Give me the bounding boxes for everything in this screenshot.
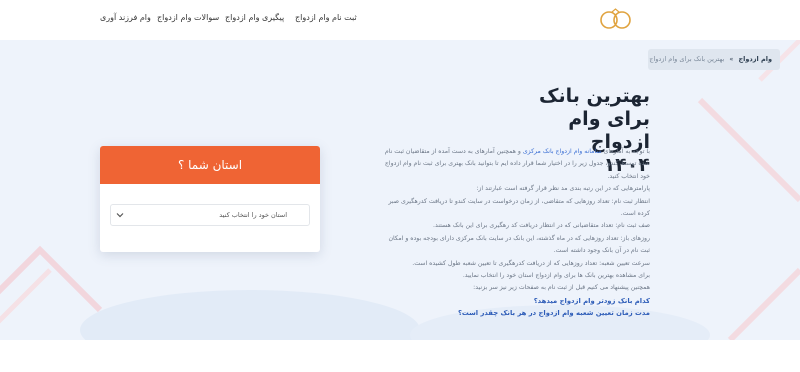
nav-link-loan-faq[interactable]: سوالات وام ازدواج — [157, 13, 219, 22]
related-link-fastest-bank[interactable]: کدام بانک زودتر وام ازدواج میدهد؟ — [378, 295, 650, 307]
province-select[interactable]: استان خود را انتخاب کنید — [110, 204, 310, 226]
page-title-line1: بهترین بانک برای وام ازدواج — [539, 85, 650, 153]
suggestion-text: همچنین پیشنهاد می کنیم قبل از ثبت نام به… — [473, 284, 650, 292]
nav-link-marriage-loan-register[interactable]: ثبت نام وام ازدواج — [295, 13, 357, 22]
breadcrumb-separator: » — [729, 55, 734, 63]
intro-text-start: با توجه به آمارهای — [601, 148, 650, 155]
province-card: استان شما ؟ استان خود را انتخاب کنید — [100, 146, 320, 252]
breadcrumb: وام ازدواج » بهترین بانک برای وام ازدواج… — [648, 49, 780, 70]
article-body: با توجه به آمارهای سامانه وام ازدواج بان… — [378, 146, 650, 320]
site-header: ثبت نام وام ازدواج پیگیری وام ازدواج سوا… — [0, 0, 800, 40]
chevron-down-icon — [116, 213, 124, 218]
province-select-value: استان خود را انتخاب کنید — [219, 211, 287, 219]
ring-logo-icon[interactable] — [598, 8, 634, 30]
breadcrumb-home-link[interactable]: وام ازدواج — [738, 55, 772, 63]
central-bank-link[interactable]: سامانه وام ازدواج بانک مرکزی — [523, 148, 602, 155]
nav-link-loan-tracking[interactable]: پیگیری وام ازدواج — [225, 13, 284, 22]
param-registration-wait: انتظار ثبت نام: تعداد روزهایی که متقاضی،… — [388, 197, 650, 218]
page-footer-area — [0, 340, 800, 372]
parameters-heading: پارامترهایی که در این رتبه بندی مد نظر ق… — [476, 185, 650, 193]
param-open-days: روزهای باز: تعداد روزهایی که در ماه گذشت… — [388, 234, 650, 255]
param-branch-speed: سرعت تعیین شعبه: تعداد روزهایی که از دری… — [412, 259, 650, 267]
param-registration-queue: صف ثبت نام: تعداد متقاضیانی که در انتظار… — [433, 222, 650, 230]
intro-paragraph: با توجه به آمارهای سامانه وام ازدواج بان… — [378, 146, 650, 183]
province-card-title: استان شما ؟ — [100, 146, 320, 184]
province-instruction: برای مشاهده بهترین بانک ها برای وام ازدو… — [462, 272, 650, 280]
related-link-branch-time[interactable]: مدت زمان تعیین شعبه وام ازدواج در هر بان… — [378, 307, 650, 319]
nav-link-childbearing-loan[interactable]: وام فرزند آوری — [100, 13, 151, 22]
breadcrumb-current: بهترین بانک برای وام ازدواج ۱۴۰۴ — [648, 55, 725, 63]
